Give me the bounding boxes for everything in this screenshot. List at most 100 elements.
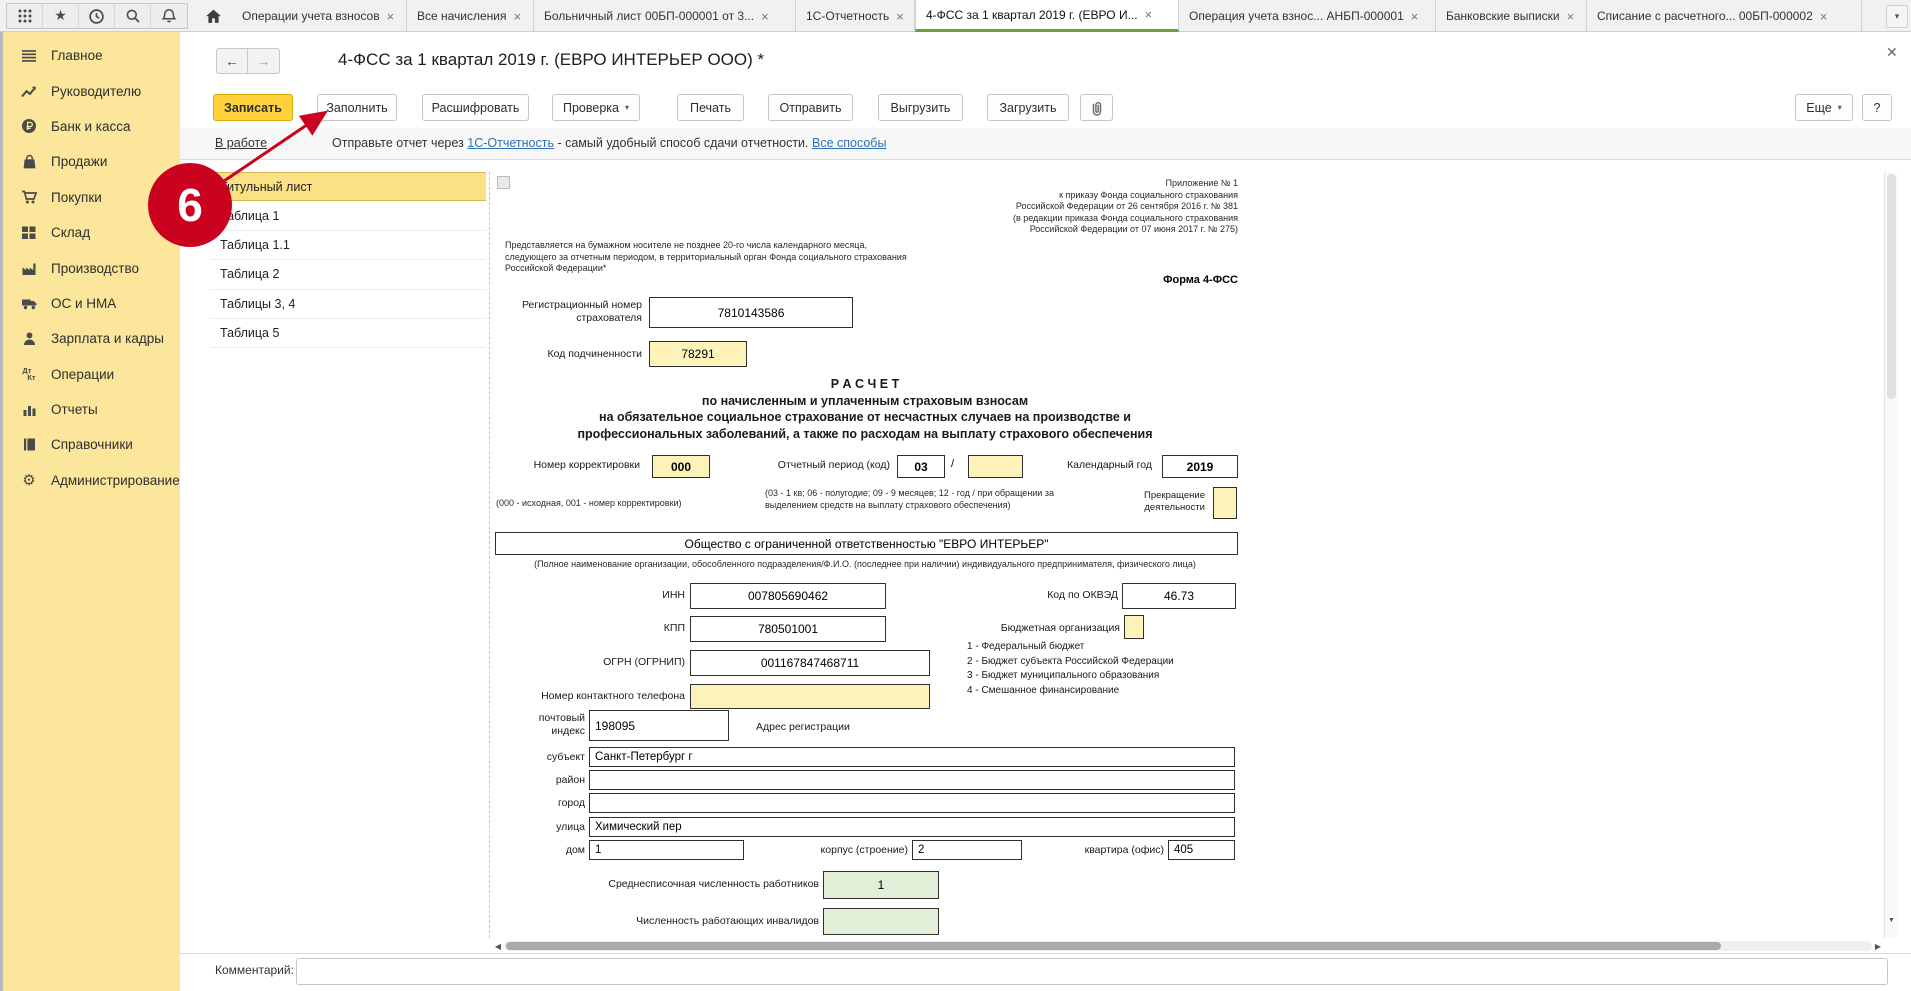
forward-arrow-icon[interactable]: → <box>248 48 280 74</box>
kpp-field[interactable]: 780501001 <box>690 616 886 642</box>
print-button[interactable]: Печать <box>677 94 744 121</box>
sidebar-item-administration[interactable]: ⚙ Администрирование <box>3 463 180 498</box>
import-button[interactable]: Загрузить <box>987 94 1069 121</box>
back-arrow-icon[interactable]: ← <box>216 48 248 74</box>
postcode-label: почтовыйиндекс <box>530 712 585 738</box>
year-field[interactable]: 2019 <box>1162 455 1238 478</box>
check-button[interactable]: Проверка▾ <box>552 94 640 121</box>
subordination-field[interactable]: 78291 <box>649 341 747 367</box>
status-link[interactable]: В работе <box>215 136 267 150</box>
period-extra-field[interactable] <box>968 455 1023 478</box>
send-button[interactable]: Отправить <box>768 94 853 121</box>
section-table-5[interactable]: Таблица 5 <box>210 319 486 348</box>
section-table-1[interactable]: Таблица 1 <box>210 201 486 230</box>
subject-field[interactable]: Санкт-Петербург г <box>589 747 1235 767</box>
tab-4fss-active[interactable]: 4-ФСС за 1 квартал 2019 г. (ЕВРО И...× <box>915 0 1179 32</box>
tab-close-icon[interactable]: × <box>1411 10 1419 23</box>
search-icon[interactable] <box>115 4 151 28</box>
apartment-field[interactable]: 405 <box>1168 840 1235 860</box>
city-label: город <box>535 797 585 810</box>
tab-sick-leave[interactable]: Больничный лист 00БП-000001 от 3...× <box>534 0 796 32</box>
fill-button[interactable]: Заполнить <box>317 94 397 121</box>
close-icon[interactable]: ✕ <box>1886 44 1898 61</box>
reg-number-field[interactable]: 7810143586 <box>649 297 853 328</box>
sidebar-item-sales[interactable]: Продажи <box>3 144 180 179</box>
tab-close-icon[interactable]: × <box>1145 8 1153 21</box>
help-button[interactable]: ? <box>1862 94 1892 121</box>
home-icon[interactable] <box>198 3 228 29</box>
horizontal-scrollbar-track[interactable] <box>504 941 1872 951</box>
house-field[interactable]: 1 <box>589 840 744 860</box>
tab-bank-statements[interactable]: Банковские выписки× <box>1436 0 1587 32</box>
sidebar-item-main[interactable]: Главное <box>3 38 180 73</box>
attachment-paperclip-icon[interactable] <box>1080 94 1113 121</box>
section-title-page[interactable]: Титульный лист <box>210 172 486 201</box>
tab-close-icon[interactable]: × <box>1567 10 1575 23</box>
horizontal-scrollbar[interactable]: ◀ ▶ <box>492 939 1884 953</box>
tab-contribution-operation[interactable]: Операция учета взнос... АНБП-000001× <box>1179 0 1436 32</box>
section-table-1-1[interactable]: Таблица 1.1 <box>210 231 486 260</box>
sidebar-item-bank-cash[interactable]: Банк и касса <box>3 109 180 144</box>
more-button[interactable]: Еще▾ <box>1795 94 1853 121</box>
section-tables-3-4[interactable]: Таблицы 3, 4 <box>210 290 486 319</box>
sidebar-item-salary-hr[interactable]: Зарплата и кадры <box>3 321 180 356</box>
okved-field[interactable]: 46.73 <box>1122 583 1236 609</box>
postcode-field[interactable]: 198095 <box>589 710 729 741</box>
tab-close-icon[interactable]: × <box>896 10 904 23</box>
panel-splitter[interactable] <box>489 172 490 938</box>
tab-debit-write-off[interactable]: Списание с расчетного... 00БП-000002× <box>1587 0 1862 32</box>
termination-checkbox[interactable] <box>1213 487 1237 519</box>
favorites-star-icon[interactable]: ★ <box>43 4 79 28</box>
sidebar-item-reports[interactable]: Отчеты <box>3 392 180 427</box>
history-icon[interactable] <box>79 4 115 28</box>
tab-close-icon[interactable]: × <box>514 10 522 23</box>
sidebar-item-production[interactable]: Производство <box>3 250 180 285</box>
tab-close-icon[interactable]: × <box>387 10 395 23</box>
period-field[interactable]: 03 <box>897 455 945 478</box>
scroll-left-icon[interactable]: ◀ <box>492 942 504 951</box>
scroll-right-icon[interactable]: ▶ <box>1872 942 1884 951</box>
phone-field[interactable] <box>690 684 930 709</box>
scroll-down-icon[interactable]: ▼ <box>1885 917 1898 924</box>
export-button[interactable]: Выгрузить <box>878 94 963 121</box>
tab-1c-reporting[interactable]: 1С-Отчетность× <box>796 0 915 32</box>
headcount-field[interactable]: 1 <box>823 871 939 899</box>
horizontal-scrollbar-thumb[interactable] <box>506 942 1721 950</box>
inn-field[interactable]: 007805690462 <box>690 583 886 609</box>
sidebar-item-manager[interactable]: Руководителю <box>3 73 180 108</box>
apartment-label: квартира (офис) <box>1060 844 1164 857</box>
tab-close-icon[interactable]: × <box>1820 10 1828 23</box>
org-name-field[interactable]: Общество с ограниченной ответственностью… <box>495 532 1238 555</box>
tab-operations-accounting[interactable]: Операции учета взносов× <box>232 0 407 32</box>
vertical-scrollbar-thumb[interactable] <box>1887 174 1896 399</box>
sidebar-item-directories[interactable]: Справочники <box>3 427 180 462</box>
tab-close-icon[interactable]: × <box>761 10 769 23</box>
sidebar-item-fixed-assets[interactable]: ОС и НМА <box>3 286 180 321</box>
apps-menu-icon[interactable] <box>7 4 43 28</box>
decrypt-button[interactable]: Расшифровать <box>422 94 529 121</box>
sidebar-item-warehouse[interactable]: Склад <box>3 215 180 250</box>
address-caption: Адрес регистрации <box>756 721 850 733</box>
district-field[interactable] <box>589 770 1235 790</box>
sidebar-item-operations[interactable]: ДтКт Операции <box>3 357 180 392</box>
section-table-2[interactable]: Таблица 2 <box>210 260 486 289</box>
comment-input[interactable] <box>296 958 1888 985</box>
app-window: ★ Операции учета взносов× Все начисления… <box>0 0 1911 991</box>
sidebar-item-purchases[interactable]: Покупки <box>3 180 180 215</box>
tabs-overflow-icon[interactable]: ▾ <box>1886 5 1908 28</box>
1c-reporting-link[interactable]: 1С-Отчетность <box>467 136 554 150</box>
building-field[interactable]: 2 <box>912 840 1022 860</box>
district-label: район <box>535 774 585 787</box>
vertical-scrollbar[interactable]: ▼ <box>1884 172 1897 938</box>
notifications-bell-icon[interactable] <box>151 4 187 28</box>
main-sidebar: Главное Руководителю Банк и касса Продаж… <box>0 32 180 991</box>
all-ways-link[interactable]: Все способы <box>812 136 886 150</box>
correction-hint: (000 - исходная, 001 - номер корректиров… <box>496 498 756 510</box>
budget-org-checkbox[interactable] <box>1124 615 1144 639</box>
street-field[interactable]: Химический пер <box>589 817 1235 837</box>
disabled-count-field[interactable] <box>823 908 939 935</box>
city-field[interactable] <box>589 793 1235 813</box>
tab-all-accruals[interactable]: Все начисления× <box>407 0 534 32</box>
ogrn-field[interactable]: 001167847468711 <box>690 650 930 676</box>
save-button[interactable]: Записать <box>213 94 293 121</box>
